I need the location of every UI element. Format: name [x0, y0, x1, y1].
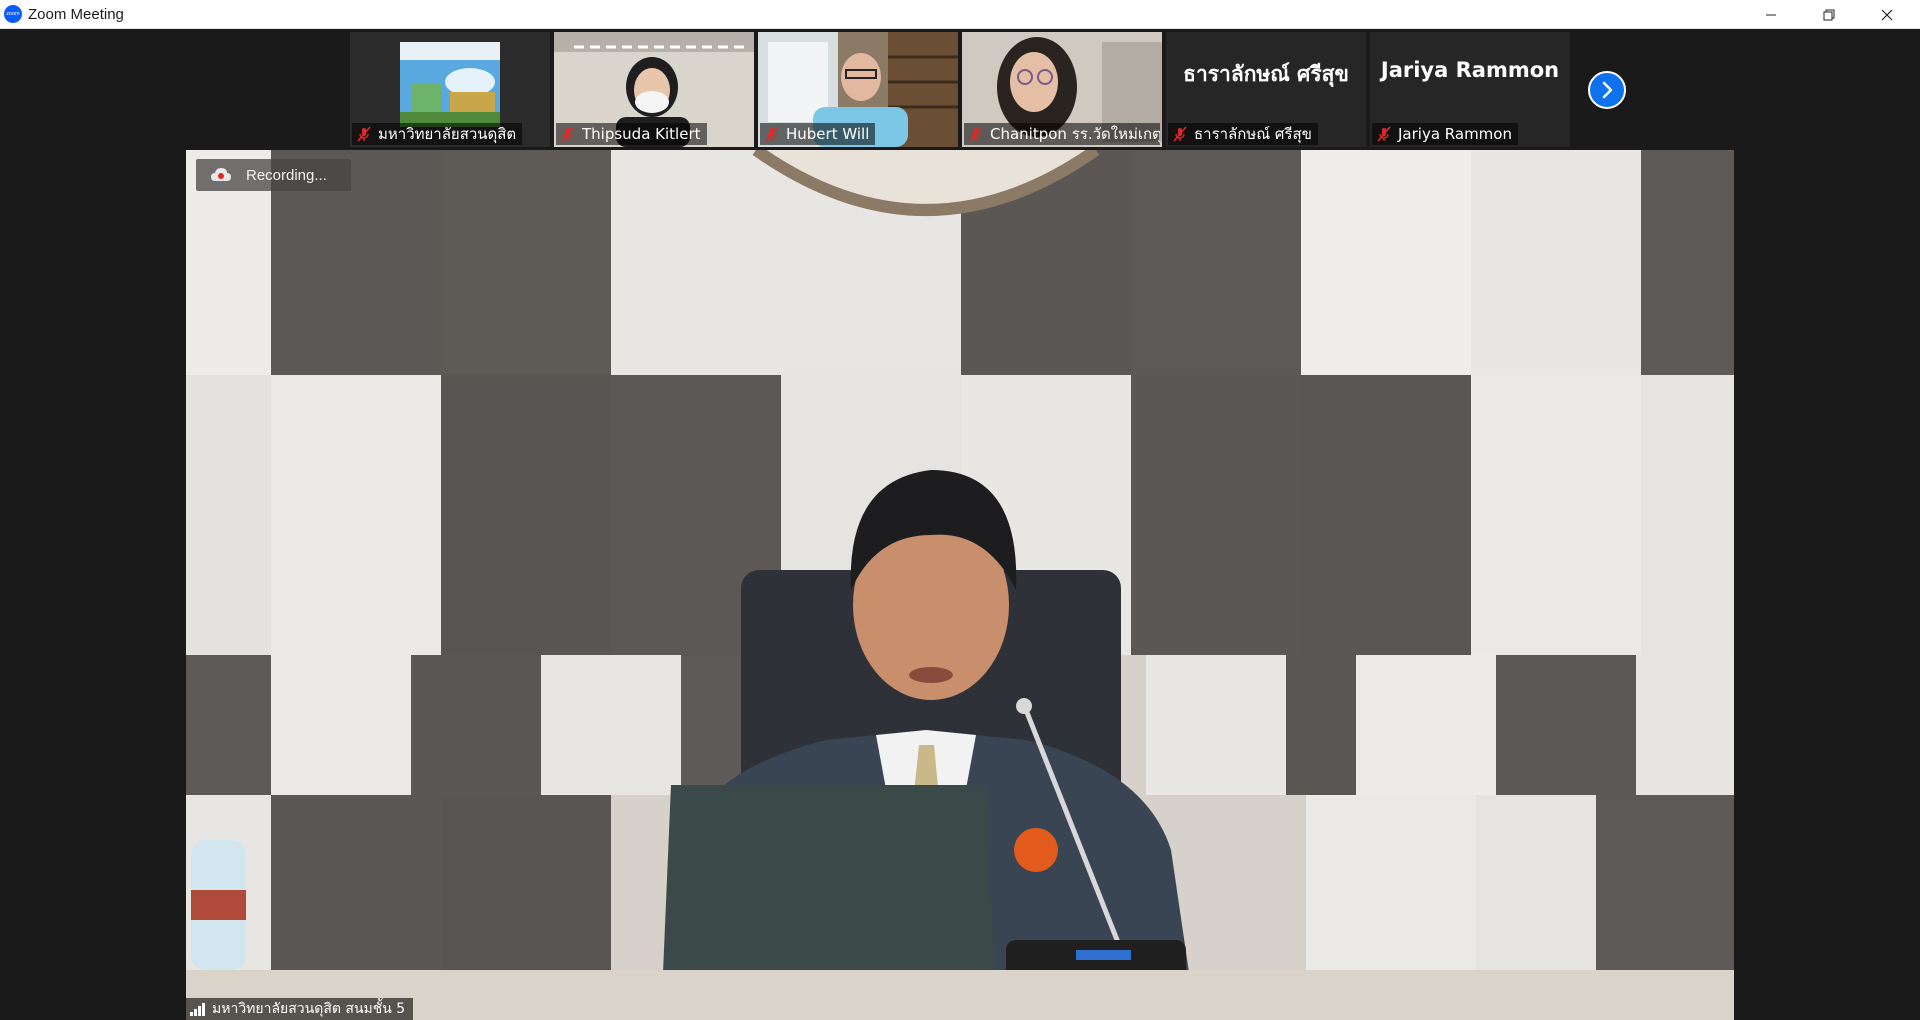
active-speaker-video: Recording... มหาวิทยาลัยสวนดุสิต สนมชั้น…: [186, 150, 1734, 1020]
participant-tile[interactable]: มหาวิทยาลัยสวนดุสิต: [350, 32, 550, 147]
participant-label: Hubert Will: [760, 123, 876, 145]
window-title-bar: zoom Zoom Meeting: [0, 0, 1920, 29]
restore-icon: [1823, 9, 1835, 20]
participant-name: Jariya Rammon: [1398, 125, 1512, 143]
participant-name: Thipsuda Kitlert: [582, 125, 701, 143]
signal-strength-icon: [190, 1003, 205, 1016]
participant-tile[interactable]: Thipsuda Kitlert: [554, 32, 754, 147]
participant-label: ธาราลักษณ์ ศรีสุข: [1168, 123, 1318, 145]
participant-gallery-strip: มหาวิทยาลัยสวนดุสิต Thipsuda Kitlert Hub…: [0, 29, 1920, 149]
active-speaker-label: มหาวิทยาลัยสวนดุสิต สนมชั้น 5: [186, 998, 414, 1020]
participant-name: Hubert Will: [786, 125, 870, 143]
participant-label: มหาวิทยาลัยสวนดุสิต: [352, 123, 523, 145]
participant-label: Thipsuda Kitlert: [556, 123, 707, 145]
participant-label: Jariya Rammon: [1372, 123, 1518, 145]
mic-muted-icon: [357, 126, 371, 142]
restore-button[interactable]: [1800, 0, 1858, 29]
participant-name: ธาราลักษณ์ ศรีสุข: [1194, 125, 1312, 143]
minimize-icon: [1766, 14, 1776, 15]
close-button[interactable]: [1858, 0, 1916, 29]
participant-display-name: Jariya Rammon: [1380, 58, 1560, 82]
recording-indicator[interactable]: Recording...: [196, 159, 351, 191]
participant-label: Chanitpon รร.วัดใหม่เกตุง...: [964, 123, 1160, 145]
minimize-button[interactable]: [1742, 0, 1800, 29]
recording-label: Recording...: [246, 166, 327, 184]
participant-display-name: ธาราลักษณ์ ศรีสุข: [1183, 62, 1349, 86]
gallery-next-button[interactable]: [1588, 71, 1626, 109]
active-speaker-name: มหาวิทยาลัยสวนดุสิต สนมชั้น 5: [212, 1001, 406, 1017]
mic-muted-icon: [561, 126, 575, 142]
mic-muted-icon: [969, 126, 983, 142]
participant-tile[interactable]: Hubert Will: [758, 32, 958, 147]
zoom-app-icon: zoom: [4, 5, 22, 23]
mic-muted-icon: [765, 126, 779, 142]
mic-muted-icon: [1377, 126, 1391, 142]
chevron-right-icon: [1602, 81, 1613, 99]
participant-name: Chanitpon รร.วัดใหม่เกตุง...: [990, 125, 1160, 143]
close-icon: [1881, 9, 1893, 20]
cloud-recording-icon: [211, 168, 231, 181]
participant-name: มหาวิทยาลัยสวนดุสิต: [378, 125, 517, 143]
participant-tile[interactable]: Chanitpon รร.วัดใหม่เกตุง...: [962, 32, 1162, 147]
participant-tile[interactable]: ธาราลักษณ์ ศรีสุข ธาราลักษณ์ ศรีสุข: [1166, 32, 1366, 147]
speaker-video-frame: [186, 150, 1734, 1020]
mic-muted-icon: [1173, 126, 1187, 142]
window-title: Zoom Meeting: [28, 6, 124, 23]
participant-tile[interactable]: Jariya Rammon Jariya Rammon: [1370, 32, 1570, 147]
